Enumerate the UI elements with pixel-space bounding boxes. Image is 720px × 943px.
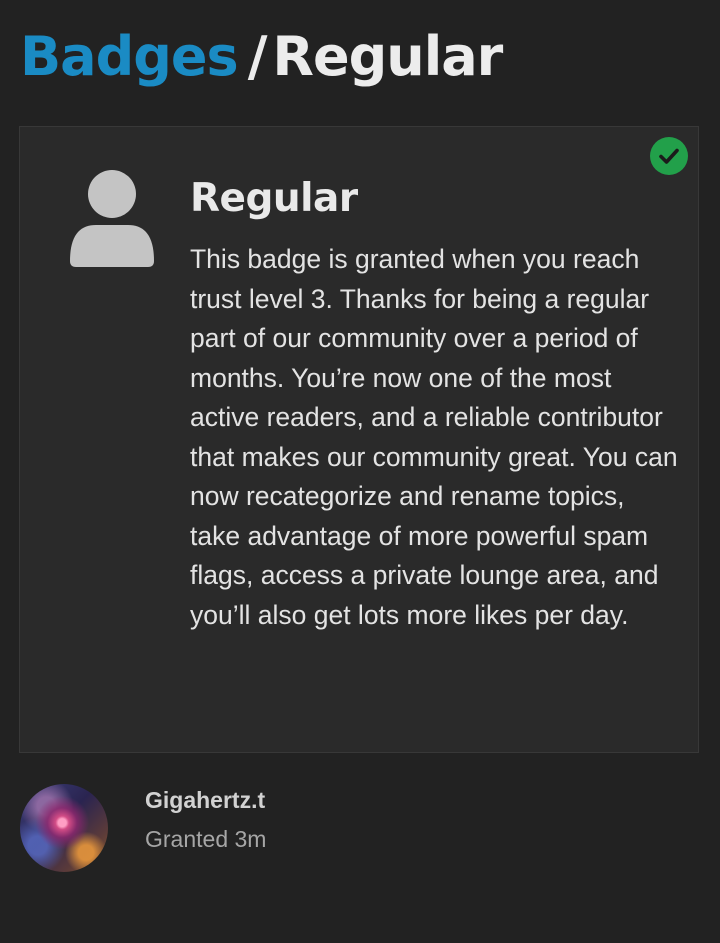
granted-time: Granted 3m: [145, 826, 267, 852]
badge-title: Regular: [190, 176, 358, 221]
user-icon: [68, 169, 156, 269]
breadcrumb-badges-link[interactable]: Badges: [20, 25, 239, 88]
breadcrumb-separator: /: [247, 25, 268, 88]
granted-user-row: Gigahertz.t Granted 3m: [20, 784, 700, 874]
username-link[interactable]: Gigahertz.t: [145, 786, 265, 814]
badge-card: Regular This badge is granted when you r…: [19, 126, 699, 753]
breadcrumb-current: Regular: [272, 25, 503, 88]
breadcrumb: Badges / Regular: [20, 24, 503, 90]
check-circle-icon: [650, 137, 688, 175]
avatar[interactable]: [20, 784, 108, 872]
badge-description: This badge is granted when you reach tru…: [190, 244, 678, 630]
